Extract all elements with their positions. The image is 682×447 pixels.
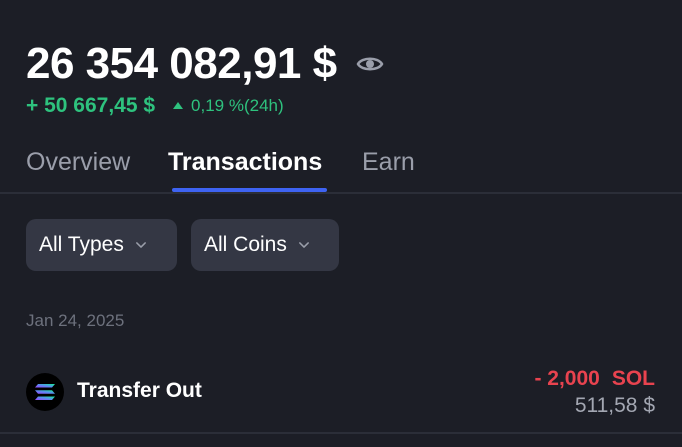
transaction-title: Transfer Out <box>77 379 202 402</box>
balance-header: 26 354 082,91 $ <box>26 38 385 90</box>
tab-overview[interactable]: Overview <box>26 148 130 177</box>
date-group-header: Jan 24, 2025 <box>26 311 125 330</box>
eye-icon <box>356 57 383 71</box>
types-filter-dropdown[interactable]: All Types <box>26 219 177 271</box>
change-amount: + 50 667,45 $ <box>26 94 156 117</box>
total-balance: 26 354 082,91 $ <box>26 39 337 88</box>
change-percent-group: 0,19 %(24h) <box>173 96 284 116</box>
toggle-balance-visibility-button[interactable] <box>355 49 385 79</box>
transaction-amount-value: - 2,000 <box>534 367 600 390</box>
balance-change: + 50 667,45 $ 0,19 %(24h) <box>26 94 284 118</box>
chevron-down-icon <box>298 240 309 250</box>
transaction-row[interactable]: Transfer Out - 2,000 SOL 511,58 $ <box>0 350 682 434</box>
coins-filter-label: All Coins <box>204 233 287 256</box>
divider <box>0 432 682 434</box>
types-filter-label: All Types <box>39 233 124 256</box>
tab-bar: Overview Transactions Earn <box>0 140 682 194</box>
coins-filter-dropdown[interactable]: All Coins <box>191 219 339 271</box>
triangle-up-icon <box>173 101 184 109</box>
chevron-down-icon <box>135 240 146 250</box>
transaction-fiat-value: 511,58 $ <box>574 394 655 417</box>
change-percent: 0,19 %(24h) <box>191 96 284 115</box>
transaction-amount: - 2,000 SOL <box>534 367 655 391</box>
solana-icon <box>26 373 64 411</box>
tab-earn[interactable]: Earn <box>362 148 415 177</box>
transaction-amount-symbol: SOL <box>611 367 655 390</box>
tab-transactions[interactable]: Transactions <box>168 148 322 177</box>
active-tab-indicator <box>172 188 327 192</box>
